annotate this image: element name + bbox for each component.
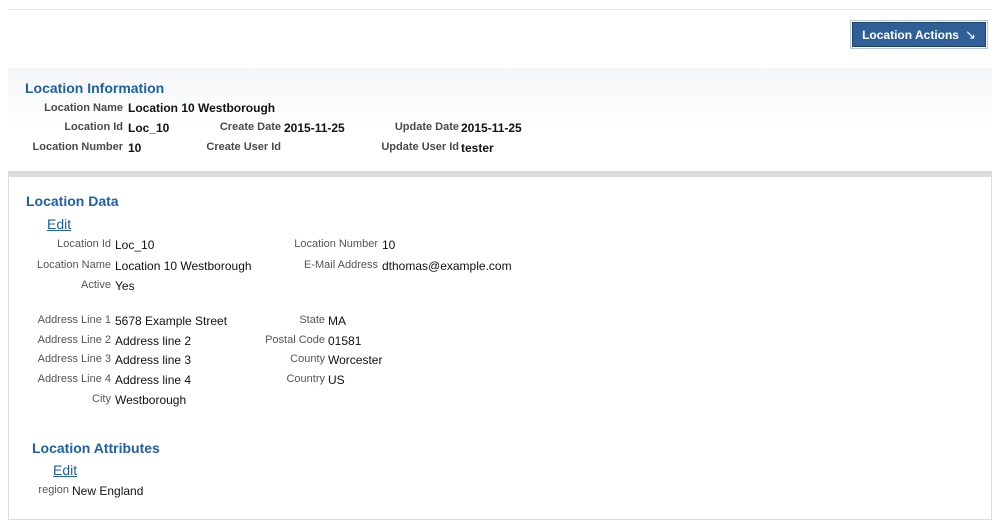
data-city-value: Westborough — [115, 393, 187, 407]
data-email-value: dthomas@example.com — [382, 259, 512, 273]
info-location-number-value: 10 — [128, 141, 142, 155]
data-country-label: Country — [286, 373, 325, 385]
info-update-user-label: Update User Id — [381, 141, 459, 153]
data-address3-label: Address Line 3 — [37, 353, 111, 365]
data-location-id-label: Location Id — [57, 238, 111, 250]
data-location-number-value: 10 — [382, 238, 396, 252]
data-address1-label: Address Line 1 — [37, 314, 111, 326]
data-address4-label: Address Line 4 — [37, 373, 111, 385]
data-country-value: US — [328, 373, 345, 387]
data-county-value: Worcester — [328, 353, 383, 367]
data-address2-value: Address line 2 — [115, 334, 192, 348]
data-state-label: State — [299, 314, 325, 326]
data-state-value: MA — [328, 314, 346, 328]
location-attributes-title: Location Attributes — [32, 440, 160, 456]
info-create-date-label: Create Date — [219, 121, 281, 133]
arrow-down-right-icon: ↘ — [964, 26, 976, 42]
data-location-name-value: Location 10 Westborough — [115, 259, 252, 273]
location-information-panel: Location Information Location Name Locat… — [8, 68, 992, 168]
info-update-date-value: 2015-11-25 — [461, 121, 522, 135]
data-postal-value: 01581 — [328, 334, 362, 348]
location-data-edit-link[interactable]: Edit — [47, 216, 71, 232]
data-location-id-value: Loc_10 — [115, 238, 155, 252]
location-attributes-edit-link[interactable]: Edit — [53, 462, 77, 478]
data-active-value: Yes — [115, 279, 135, 293]
info-update-date-label: Update Date — [394, 121, 459, 133]
data-active-label: Active — [81, 279, 111, 291]
info-location-id-label: Location Id — [64, 121, 123, 133]
data-postal-label: Postal Code — [265, 334, 325, 346]
location-actions-button[interactable]: Location Actions ↘ — [850, 20, 988, 49]
info-create-user-label: Create User Id — [206, 141, 281, 153]
attribute-region-value: New England — [72, 484, 144, 498]
info-location-id-value: Loc_10 — [128, 121, 170, 135]
location-actions-label: Location Actions — [862, 27, 959, 42]
location-data-title: Location Data — [26, 193, 119, 209]
location-data-panel: Location Data Edit Location Id Loc_10 Lo… — [8, 177, 992, 520]
data-address3-value: Address line 3 — [115, 353, 192, 367]
location-information-title: Location Information — [25, 80, 165, 96]
data-county-label: County — [290, 353, 325, 365]
data-city-label: City — [92, 393, 111, 405]
data-address1-value: 5678 Example Street — [115, 314, 228, 328]
info-location-name-label: Location Name — [44, 102, 123, 114]
data-address4-value: Address line 4 — [115, 373, 192, 387]
data-location-number-label: Location Number — [294, 238, 378, 250]
info-location-number-label: Location Number — [32, 141, 123, 153]
info-location-name-value: Location 10 Westborough — [128, 101, 276, 115]
data-email-label: E-Mail Address — [304, 259, 378, 271]
top-divider — [8, 9, 992, 10]
data-address2-label: Address Line 2 — [37, 334, 111, 346]
data-location-name-label: Location Name — [37, 259, 111, 271]
info-update-user-value: tester — [461, 141, 494, 155]
attribute-region-label: region — [38, 484, 69, 496]
info-create-date-value: 2015-11-25 — [284, 121, 345, 135]
